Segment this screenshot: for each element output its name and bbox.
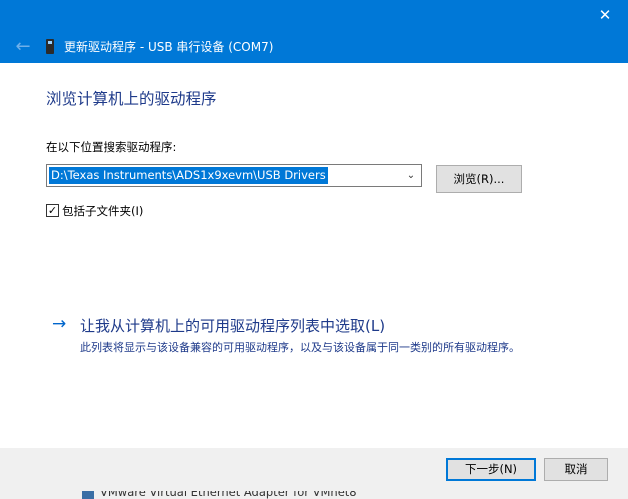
- cancel-button[interactable]: 取消: [544, 458, 608, 481]
- network-adapter-icon: [82, 491, 94, 499]
- wizard-content: 浏览计算机上的驱动程序 在以下位置搜索驱动程序: D:\Texas Instru…: [0, 63, 628, 448]
- wizard-footer: 下一步(N) 取消 VMware Virtual Ethernet Adapte…: [0, 448, 628, 499]
- next-button[interactable]: 下一步(N): [446, 458, 536, 481]
- window-titlebar: ✕: [0, 0, 628, 31]
- wizard-title: 更新驱动程序 - USB 串行设备 (COM7): [64, 40, 274, 54]
- driver-path-combobox[interactable]: D:\Texas Instruments\ADS1x9xevm\USB Driv…: [46, 164, 422, 187]
- include-subfolders-label[interactable]: 包括子文件夹(I): [62, 203, 143, 219]
- browse-button[interactable]: 浏览(R)...: [436, 165, 522, 193]
- usb-device-icon: [46, 39, 54, 54]
- arrow-right-icon[interactable]: →: [52, 313, 66, 335]
- chevron-down-icon[interactable]: ⌄: [401, 165, 421, 186]
- close-icon: ✕: [598, 6, 612, 24]
- pick-from-list-link[interactable]: 让我从计算机上的可用驱动程序列表中选取(L): [80, 315, 385, 336]
- wizard-header: ← 更新驱动程序 - USB 串行设备 (COM7): [0, 31, 628, 63]
- checkmark-icon: ✓: [47, 204, 58, 217]
- close-button[interactable]: ✕: [582, 0, 628, 31]
- back-button[interactable]: ←: [10, 31, 36, 63]
- page-title: 浏览计算机上的驱动程序: [46, 90, 217, 108]
- pick-from-list-description: 此列表将显示与该设备兼容的可用驱动程序，以及与该设备属于同一类别的所有驱动程序。: [80, 341, 520, 354]
- search-location-label: 在以下位置搜索驱动程序:: [46, 140, 177, 154]
- driver-path-value[interactable]: D:\Texas Instruments\ADS1x9xevm\USB Driv…: [49, 167, 328, 184]
- background-device-label: VMware Virtual Ethernet Adapter for VMne…: [100, 491, 357, 499]
- background-window-peek: VMware Virtual Ethernet Adapter for VMne…: [0, 491, 628, 499]
- include-subfolders-checkbox[interactable]: ✓: [46, 204, 59, 217]
- back-arrow-icon: ←: [15, 36, 31, 57]
